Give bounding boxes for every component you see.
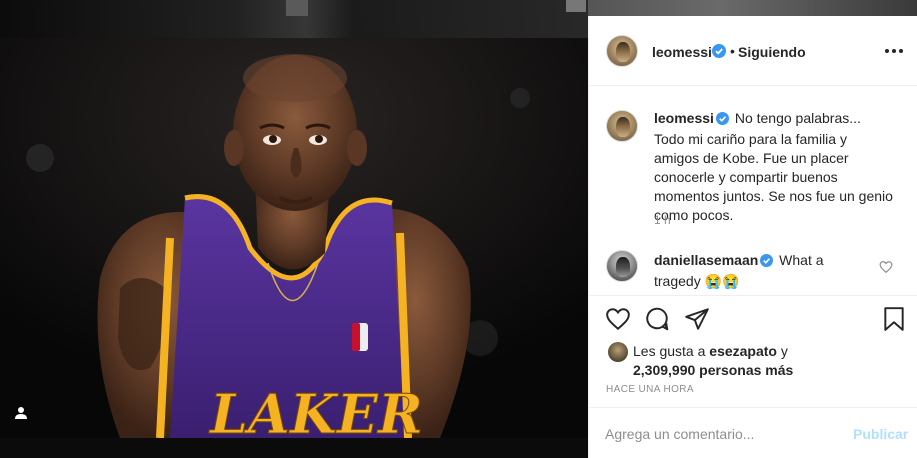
caption-username[interactable]: leomessi [654, 110, 714, 126]
caption-time: 1 h [654, 213, 671, 227]
post-details-panel: leomessi • Siguiendo leomessi No tengo p… [588, 16, 917, 458]
more-options-icon[interactable] [882, 42, 906, 60]
caption-body: No tengo palabras... Todo mi cariño para… [654, 110, 893, 223]
verified-badge-icon [715, 111, 729, 130]
post-photo[interactable]: LAKER [0, 38, 588, 438]
author-avatar[interactable] [606, 35, 638, 67]
jersey-lettering: LAKER [208, 382, 423, 438]
paper-plane-icon[interactable] [684, 306, 710, 332]
add-comment-bar: Publicar [589, 407, 917, 458]
background-block [566, 0, 586, 12]
liker-avatar[interactable] [608, 342, 628, 362]
bookmark-icon[interactable] [881, 306, 907, 332]
likes-text[interactable]: Les gusta a esezapato y 2,309,990 person… [633, 342, 903, 380]
verified-badge-icon [712, 44, 726, 63]
likes-count[interactable]: 2,309,990 personas más [633, 362, 793, 378]
comment-bubble-icon[interactable] [644, 306, 670, 332]
comment-heart-icon[interactable] [879, 260, 893, 274]
likes-prefix: Les gusta a [633, 343, 706, 359]
background-block [286, 0, 308, 16]
liker-username[interactable]: esezapato [709, 343, 777, 359]
separator-dot: • [730, 43, 735, 59]
comment-input[interactable] [605, 423, 835, 445]
caption-text: leomessi No tengo palabras... Todo mi ca… [654, 109, 894, 225]
comment-item: daniellasemaan What a tragedy 😭😭 [589, 248, 917, 296]
verified-badge-icon [760, 253, 774, 272]
background-strip [0, 438, 588, 458]
comment-text: daniellasemaan What a tragedy 😭😭 [654, 251, 874, 291]
commenter-avatar[interactable] [606, 250, 638, 282]
heart-icon[interactable] [605, 306, 631, 332]
user-tag-icon[interactable] [12, 404, 30, 422]
author-avatar[interactable] [606, 110, 638, 142]
background-strip [588, 0, 917, 16]
likes-conjunction: y [780, 343, 788, 359]
post-timestamp[interactable]: Hace una hora [606, 384, 694, 395]
commenter-username[interactable]: daniellasemaan [654, 252, 758, 268]
post-actions [589, 295, 917, 343]
following-button[interactable]: Siguiendo [738, 44, 806, 60]
post-media: LAKER [0, 0, 588, 458]
author-username[interactable]: leomessi [652, 44, 712, 60]
player-illustration: LAKER [0, 38, 588, 438]
publish-button[interactable]: Publicar [853, 426, 908, 442]
post-header: leomessi • Siguiendo [589, 16, 917, 86]
likes-summary: Les gusta a esezapato y 2,309,990 person… [589, 338, 917, 388]
